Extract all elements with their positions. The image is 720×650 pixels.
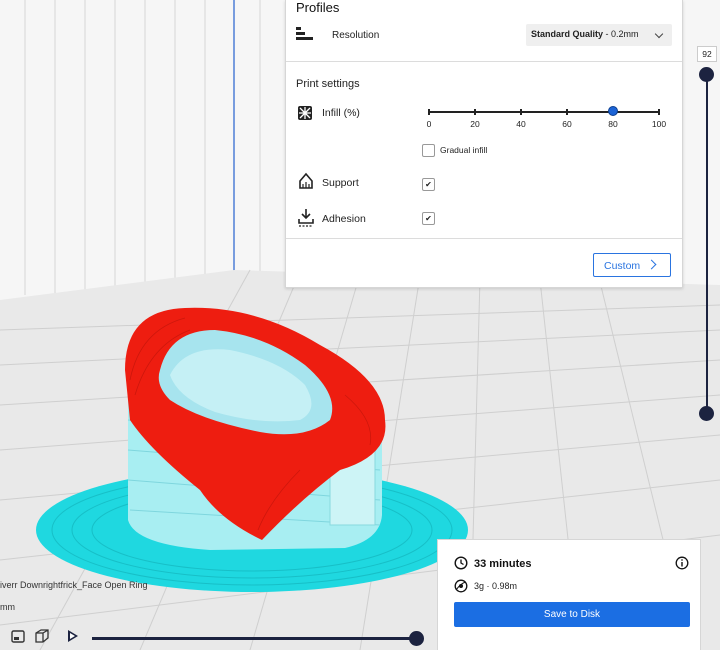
infill-slider-handle[interactable]: [608, 106, 618, 116]
adhesion-label: Adhesion: [322, 213, 366, 225]
chevron-right-icon: [646, 259, 657, 270]
resolution-layer-height: - 0.2mm: [603, 29, 639, 39]
adhesion-icon: [298, 209, 314, 227]
infill-slider-tick: [474, 109, 476, 115]
infill-icon: [298, 106, 312, 120]
resolution-label: Resolution: [332, 30, 380, 41]
support-label: Support: [322, 177, 359, 189]
print-settings-panel: Profiles Resolution Standard Quality - 0…: [285, 0, 683, 288]
gradual-infill-label: Gradual infill: [440, 145, 488, 155]
cube-icon[interactable]: [34, 628, 50, 644]
profiles-title: Profiles: [296, 0, 340, 15]
info-icon[interactable]: [675, 556, 689, 570]
infill-tick-label: 20: [470, 119, 480, 129]
save-to-disk-button[interactable]: Save to Disk: [454, 602, 690, 627]
infill-tick-label: 80: [608, 119, 618, 129]
layer-slider-bottom-handle[interactable]: [699, 406, 714, 421]
print-time: 33 minutes: [474, 558, 532, 570]
print-estimate-panel: 33 minutes 3g · 0.98m Save to Disk: [437, 539, 701, 650]
infill-slider-tick: [658, 109, 660, 115]
infill-tick-label: 100: [651, 119, 667, 129]
adhesion-checkbox[interactable]: ✔: [422, 212, 435, 225]
infill-slider-tick: [566, 109, 568, 115]
layer-number[interactable]: 92: [697, 46, 717, 62]
gradual-infill-checkbox[interactable]: [422, 144, 435, 157]
infill-slider-track: [428, 111, 660, 113]
spool-icon: [454, 579, 468, 593]
layer-slider-top-handle[interactable]: [699, 67, 714, 82]
custom-settings-button[interactable]: Custom: [593, 253, 671, 277]
chevron-down-icon: [654, 29, 664, 39]
support-icon: [299, 172, 313, 189]
infill-slider-tick: [428, 109, 430, 115]
infill-slider[interactable]: 0 20 40 60 80 100: [427, 102, 666, 132]
resolution-quality: Standard Quality: [531, 29, 604, 39]
print-settings-title: Print settings: [296, 78, 360, 90]
infill-tick-label: 40: [516, 119, 526, 129]
resolution-icon: [296, 27, 313, 40]
object-list-icon[interactable]: [10, 628, 26, 644]
support-checkbox[interactable]: ✔: [422, 178, 435, 191]
infill-tick-label: 60: [562, 119, 572, 129]
divider: [286, 61, 682, 62]
object-name: iverr Downrightfrick_Face Open Ring: [0, 580, 148, 590]
infill-tick-label: 0: [426, 119, 432, 129]
infill-slider-tick: [520, 109, 522, 115]
object-dimensions: mm: [0, 602, 15, 612]
infill-label: Infill (%): [322, 107, 360, 119]
resolution-dropdown[interactable]: Standard Quality - 0.2mm: [526, 24, 672, 46]
custom-button-label: Custom: [604, 260, 641, 272]
path-slider-track[interactable]: [92, 637, 418, 640]
clock-icon: [454, 556, 468, 570]
layer-slider-track[interactable]: [706, 74, 708, 414]
path-slider-handle[interactable]: [409, 631, 424, 646]
play-icon[interactable]: [68, 630, 78, 642]
divider: [286, 238, 682, 239]
material-usage: 3g · 0.98m: [474, 581, 518, 591]
